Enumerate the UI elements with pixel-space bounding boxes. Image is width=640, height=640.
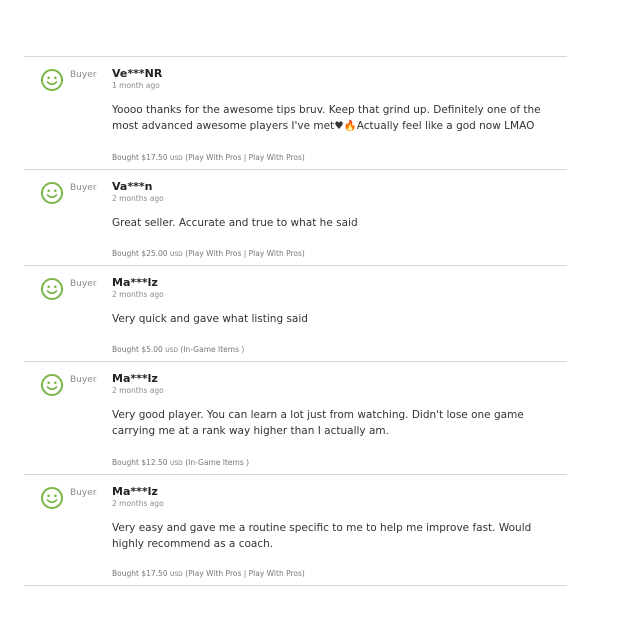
- purchase-info: Bought $25.00 USD (Play With Pros | Play…: [112, 249, 305, 258]
- purchase-category: (In-Game Items ): [185, 458, 250, 467]
- review-item: Buyer Ma***lz 2 months ago Very good pla…: [24, 361, 567, 474]
- review-text: Great seller. Accurate and true to what …: [112, 217, 358, 229]
- reviewer-role: Buyer: [70, 488, 97, 498]
- review-text: Very easy and gave me a routine specific…: [112, 522, 532, 550]
- reviewer-role: Buyer: [70, 279, 97, 289]
- review-item: Buyer Ma***lz 2 months ago Very quick an…: [24, 265, 567, 361]
- purchase-currency: USD: [169, 460, 183, 467]
- smiley-face-icon: [40, 68, 64, 92]
- purchase-currency: USD: [169, 571, 183, 578]
- review-item: Buyer Ma***lz 2 months ago Very easy and…: [24, 474, 567, 586]
- purchase-category: (Play With Pros | Play With Pros): [185, 153, 305, 162]
- review-time: 2 months ago: [112, 499, 164, 508]
- smiley-face-icon: [40, 486, 64, 510]
- purchase-category: (Play With Pros | Play With Pros): [185, 569, 305, 578]
- smiley-face-icon: [40, 277, 64, 301]
- purchase-category: (Play With Pros | Play With Pros): [185, 249, 305, 258]
- reviewer-role: Buyer: [70, 183, 97, 193]
- review-item: Buyer Ve***NR 1 month ago Yoooo thanks f…: [24, 56, 567, 169]
- reviewer-name: Ve***NR: [112, 67, 163, 80]
- purchase-category: (In-Game Items ): [180, 345, 245, 354]
- reviewer-name: Va***n: [112, 180, 153, 193]
- purchase-info: Bought $12.50 USD (In-Game Items ): [112, 458, 249, 467]
- review-text: Very quick and gave what listing said: [112, 313, 308, 325]
- purchase-currency: USD: [169, 251, 183, 258]
- reviewer-name: Ma***lz: [112, 276, 158, 289]
- smiley-face-icon: [40, 181, 64, 205]
- purchase-info: Bought $17.50 USD (Play With Pros | Play…: [112, 569, 305, 578]
- purchase-amount: Bought $5.00: [112, 345, 163, 354]
- review-time: 2 months ago: [112, 386, 164, 395]
- purchase-info: Bought $5.00 USD (In-Game Items ): [112, 345, 244, 354]
- review-time: 2 months ago: [112, 290, 164, 299]
- review-list: Buyer Ve***NR 1 month ago Yoooo thanks f…: [24, 56, 567, 586]
- purchase-info: Bought $17.50 USD (Play With Pros | Play…: [112, 153, 305, 162]
- review-text: Yoooo thanks for the awesome tips bruv. …: [112, 104, 541, 132]
- purchase-amount: Bought $25.00: [112, 249, 168, 258]
- purchase-amount: Bought $17.50: [112, 569, 168, 578]
- purchase-currency: USD: [169, 155, 183, 162]
- review-time: 2 months ago: [112, 194, 164, 203]
- smiley-face-icon: [40, 373, 64, 397]
- reviewer-name: Ma***lz: [112, 485, 158, 498]
- reviewer-role: Buyer: [70, 70, 97, 80]
- purchase-amount: Bought $12.50: [112, 458, 168, 467]
- review-item: Buyer Va***n 2 months ago Great seller. …: [24, 169, 567, 265]
- review-text: Very good player. You can learn a lot ju…: [112, 409, 524, 437]
- purchase-amount: Bought $17.50: [112, 153, 168, 162]
- review-time: 1 month ago: [112, 81, 160, 90]
- reviewer-name: Ma***lz: [112, 372, 158, 385]
- reviewer-role: Buyer: [70, 375, 97, 385]
- purchase-currency: USD: [165, 347, 179, 354]
